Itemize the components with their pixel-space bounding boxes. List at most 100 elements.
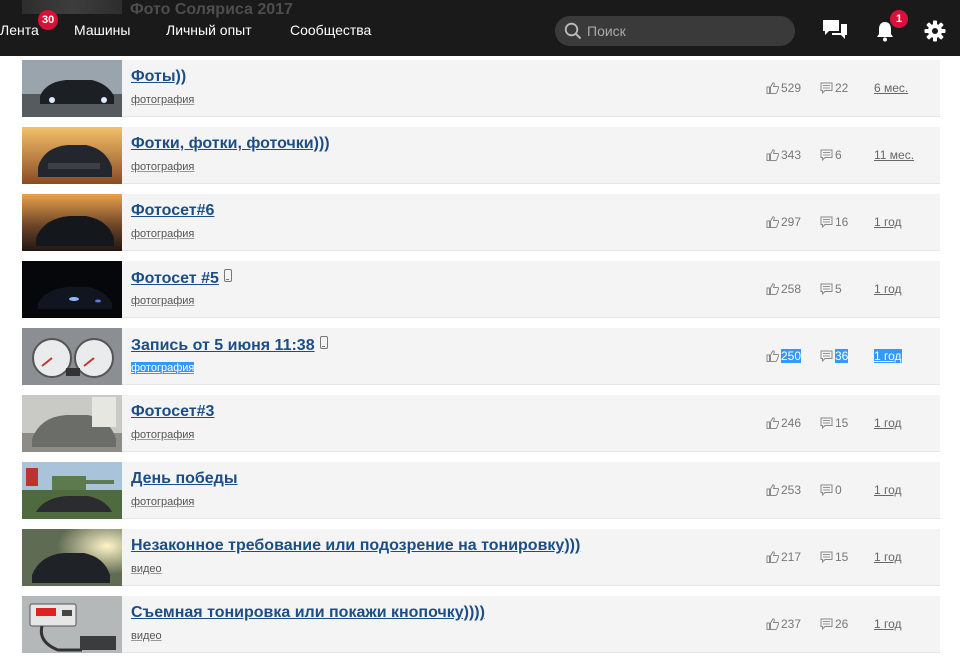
notifications-count-badge: 1 <box>890 10 908 28</box>
post-category-tag[interactable]: фотография <box>131 228 194 240</box>
nav-cars-link[interactable]: Машины <box>74 22 130 38</box>
comments-count: 0 <box>820 483 842 497</box>
post-title-link[interactable]: Фотосет#6 <box>131 202 214 220</box>
likes-value: 217 <box>781 550 802 564</box>
settings-gear-icon[interactable] <box>924 20 946 47</box>
post-age-link[interactable]: 1 год <box>874 349 902 363</box>
comment-icon <box>820 551 833 564</box>
post-thumbnail[interactable] <box>22 395 122 452</box>
post-thumbnail[interactable] <box>22 462 122 519</box>
thumbs-up-icon <box>766 350 780 362</box>
likes-value: 343 <box>781 148 802 162</box>
post-list: Фоты)) фотография 529 22 6 мес. Фотки, ф… <box>22 60 940 663</box>
post-category-tag[interactable]: фотография <box>131 94 194 106</box>
likes-count: 343 <box>766 148 801 162</box>
thumbs-up-icon <box>766 484 780 496</box>
comments-value: 36 <box>835 349 849 363</box>
likes-count: 258 <box>766 282 801 296</box>
post-title-link[interactable]: Съемная тонировка или покажи кнопочку)))… <box>131 604 485 622</box>
post-title-link[interactable]: День победы <box>131 470 237 488</box>
post-row-4: Фотосет #5 фотография 258 5 1 год <box>22 261 940 318</box>
post-title-link[interactable]: Запись от 5 июня 11:38 <box>131 336 328 355</box>
post-age-link[interactable]: 1 год <box>874 550 902 564</box>
mobile-phone-icon <box>223 269 232 282</box>
post-category-tag[interactable]: фотография <box>131 295 194 307</box>
post-thumbnail[interactable] <box>22 328 122 385</box>
top-navigation-bar: Фото Соляриса 2017 Лента 30 Машины Личны… <box>0 0 960 56</box>
search-input[interactable] <box>587 16 787 46</box>
search-icon <box>564 22 582 40</box>
post-thumbnail[interactable] <box>22 596 122 653</box>
post-age-link[interactable]: 11 мес. <box>874 148 914 162</box>
post-title-text: День победы <box>131 470 238 487</box>
likes-value: 253 <box>781 483 802 497</box>
post-row-3: Фотосет#6 фотография 297 16 1 год <box>22 194 940 251</box>
post-row-6: Фотосет#3 фотография 246 15 1 год <box>22 395 940 452</box>
comment-icon <box>820 484 833 497</box>
scrolled-post-thumbnail <box>22 0 122 14</box>
comment-icon <box>820 350 833 363</box>
likes-value: 246 <box>781 416 802 430</box>
post-thumbnail[interactable] <box>22 60 122 117</box>
post-title-text: Незаконное требование или подозрение на … <box>131 537 581 554</box>
post-title-link[interactable]: Незаконное требование или подозрение на … <box>131 537 580 555</box>
post-category-tag[interactable]: фотография <box>131 496 194 508</box>
comments-value: 16 <box>835 215 849 229</box>
comments-value: 22 <box>835 81 849 95</box>
nav-feed-link[interactable]: Лента <box>0 22 39 38</box>
comments-value: 5 <box>835 282 842 296</box>
post-thumbnail[interactable] <box>22 194 122 251</box>
post-age-link[interactable]: 6 мес. <box>874 81 908 95</box>
comments-count: 22 <box>820 81 848 95</box>
post-title-link[interactable]: Фотосет#3 <box>131 403 214 421</box>
comments-count: 15 <box>820 550 848 564</box>
post-row-5: Запись от 5 июня 11:38 фотография 250 36… <box>22 328 940 385</box>
thumbs-up-icon <box>766 149 780 161</box>
post-age-link[interactable]: 1 год <box>874 215 902 229</box>
likes-count: 250 <box>766 349 802 363</box>
post-category-tag[interactable]: фотография <box>131 161 194 173</box>
post-title-link[interactable]: Фотки, фотки, фоточки))) <box>131 135 330 153</box>
comments-count: 15 <box>820 416 848 430</box>
comment-icon <box>820 82 833 95</box>
post-title-text: Фотосет#3 <box>131 403 215 420</box>
search-box[interactable] <box>555 16 795 46</box>
post-age-link[interactable]: 1 год <box>874 483 902 497</box>
post-age-link[interactable]: 1 год <box>874 282 902 296</box>
thumbs-up-icon <box>766 283 780 295</box>
comments-count: 6 <box>820 148 842 162</box>
post-title-link[interactable]: Фотосет #5 <box>131 269 232 288</box>
post-title-link[interactable]: Фоты)) <box>131 68 186 86</box>
post-category-tag[interactable]: видео <box>131 630 162 642</box>
thumbs-up-icon <box>766 82 780 94</box>
likes-count: 253 <box>766 483 801 497</box>
nav-personal-experience-link[interactable]: Личный опыт <box>166 22 252 38</box>
comment-icon <box>820 283 833 296</box>
post-category-tag[interactable]: фотография <box>131 429 194 441</box>
post-title-text: Фотки, фотки, фоточки))) <box>131 135 330 152</box>
post-title-text: Фоты)) <box>131 68 187 85</box>
post-age-link[interactable]: 1 год <box>874 416 902 430</box>
likes-count: 297 <box>766 215 801 229</box>
likes-value: 297 <box>781 215 802 229</box>
post-title-text: Фотосет#6 <box>131 202 215 219</box>
post-thumbnail[interactable] <box>22 261 122 318</box>
post-age-link[interactable]: 1 год <box>874 617 902 631</box>
likes-count: 246 <box>766 416 801 430</box>
post-title-text: Запись от 5 июня 11:38 <box>131 337 315 354</box>
post-thumbnail[interactable] <box>22 127 122 184</box>
comments-value: 0 <box>835 483 842 497</box>
thumbs-up-icon <box>766 551 780 563</box>
thumbs-up-icon <box>766 417 780 429</box>
post-thumbnail[interactable] <box>22 529 122 586</box>
post-row-1: Фоты)) фотография 529 22 6 мес. <box>22 60 940 117</box>
thumbs-up-icon <box>766 216 780 228</box>
messages-icon[interactable] <box>821 18 849 47</box>
nav-communities-link[interactable]: Сообщества <box>290 22 371 38</box>
likes-value: 237 <box>781 617 802 631</box>
post-category-tag[interactable]: фотография <box>131 362 195 374</box>
comments-count: 36 <box>820 349 849 363</box>
post-category-tag[interactable]: видео <box>131 563 162 575</box>
post-title-text: Фотосет #5 <box>131 270 219 287</box>
likes-value: 258 <box>781 282 802 296</box>
